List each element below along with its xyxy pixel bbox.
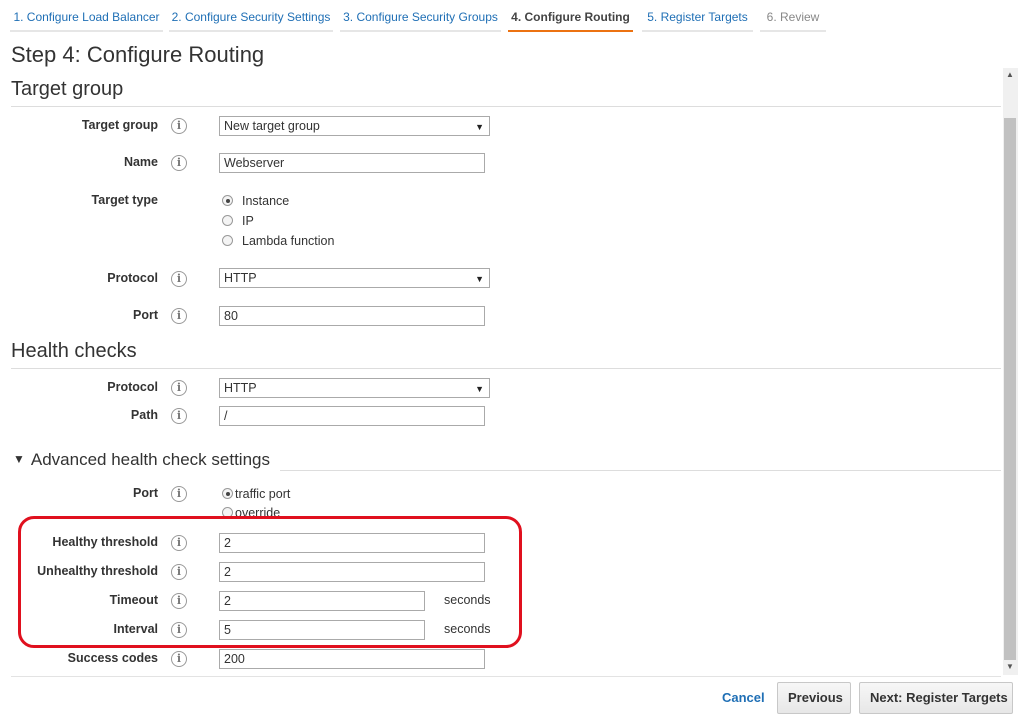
name-label: Name bbox=[123, 155, 158, 169]
section-title-target-group: Target group bbox=[11, 78, 124, 100]
section-title-health-checks: Health checks bbox=[11, 340, 137, 362]
advanced-settings-title: Advanced health check settings bbox=[30, 450, 270, 469]
next-register-targets-button[interactable]: Next: Register Targets bbox=[859, 682, 1013, 714]
protocol-label: Protocol bbox=[107, 271, 158, 285]
radio-unselected-icon[interactable] bbox=[222, 235, 233, 246]
dropdown-caret-icon: ▼ bbox=[475, 274, 484, 284]
cancel-button[interactable]: Cancel bbox=[722, 690, 765, 705]
target-type-radio-lambda[interactable]: Lambda function bbox=[222, 234, 334, 248]
tab-register-targets[interactable]: 5. Register Targets bbox=[642, 0, 753, 32]
info-icon[interactable]: i bbox=[171, 155, 187, 171]
radio-label: IP bbox=[242, 214, 254, 228]
footer-divider bbox=[11, 676, 1001, 677]
section-divider bbox=[11, 368, 1001, 369]
health-protocol-select[interactable]: HTTP ▼ bbox=[219, 378, 490, 398]
tab-review: 6. Review bbox=[760, 0, 826, 32]
annotation-highlight-outline bbox=[18, 516, 522, 648]
success-codes-input[interactable]: 200 bbox=[219, 649, 485, 669]
target-type-radio-ip[interactable]: IP bbox=[222, 214, 254, 228]
health-protocol-label: Protocol bbox=[107, 380, 158, 394]
info-icon[interactable]: i bbox=[171, 118, 187, 134]
port-input[interactable]: 80 bbox=[219, 306, 485, 326]
scroll-down-arrow-icon[interactable]: ▼ bbox=[1004, 660, 1016, 674]
health-path-input[interactable]: / bbox=[219, 406, 485, 426]
name-input[interactable]: Webserver bbox=[219, 153, 485, 173]
info-icon[interactable]: i bbox=[171, 486, 187, 502]
scrollbar-thumb[interactable] bbox=[1004, 118, 1016, 660]
radio-selected-icon[interactable] bbox=[222, 488, 233, 499]
info-icon[interactable]: i bbox=[171, 408, 187, 424]
tab-configure-security-groups[interactable]: 3. Configure Security Groups bbox=[340, 0, 501, 32]
dropdown-caret-icon: ▼ bbox=[475, 384, 484, 394]
port-label: Port bbox=[133, 308, 158, 322]
info-icon[interactable]: i bbox=[171, 271, 187, 287]
wizard-tabs: 1. Configure Load Balancer 2. Configure … bbox=[0, 0, 1022, 32]
health-path-label: Path bbox=[130, 408, 158, 422]
section-divider bbox=[11, 106, 1001, 107]
advanced-settings-toggle[interactable]: ▼ Advanced health check settings bbox=[13, 450, 270, 470]
target-type-label: Target type bbox=[91, 193, 158, 207]
radio-label: Instance bbox=[242, 194, 290, 208]
tab-configure-load-balancer[interactable]: 1. Configure Load Balancer bbox=[10, 0, 163, 32]
protocol-select[interactable]: HTTP ▼ bbox=[219, 268, 490, 288]
target-group-select-value: New target group bbox=[224, 119, 320, 133]
caret-down-icon: ▼ bbox=[13, 452, 25, 466]
info-icon[interactable]: i bbox=[171, 308, 187, 324]
radio-selected-icon[interactable] bbox=[222, 195, 233, 206]
radio-unselected-icon[interactable] bbox=[222, 215, 233, 226]
info-icon[interactable]: i bbox=[171, 380, 187, 396]
tab-configure-routing[interactable]: 4. Configure Routing bbox=[508, 0, 633, 32]
target-group-label: Target group bbox=[81, 118, 158, 132]
dropdown-caret-icon: ▼ bbox=[475, 122, 484, 132]
section-divider bbox=[280, 470, 1001, 471]
health-protocol-select-value: HTTP bbox=[224, 381, 257, 395]
page-title: Step 4: Configure Routing bbox=[11, 42, 265, 67]
protocol-select-value: HTTP bbox=[224, 271, 257, 285]
radio-label: traffic port bbox=[235, 487, 291, 501]
previous-button[interactable]: Previous bbox=[777, 682, 851, 714]
target-group-select[interactable]: New target group ▼ bbox=[219, 116, 490, 136]
advanced-port-label: Port bbox=[133, 486, 158, 500]
port-radio-traffic-port[interactable]: traffic port bbox=[222, 487, 290, 501]
info-icon[interactable]: i bbox=[171, 651, 187, 667]
target-type-radio-instance[interactable]: Instance bbox=[222, 194, 289, 208]
success-codes-label: Success codes bbox=[67, 651, 158, 665]
scroll-up-arrow-icon[interactable]: ▲ bbox=[1004, 68, 1016, 82]
tab-configure-security-settings[interactable]: 2. Configure Security Settings bbox=[169, 0, 333, 32]
radio-label: Lambda function bbox=[242, 234, 335, 248]
